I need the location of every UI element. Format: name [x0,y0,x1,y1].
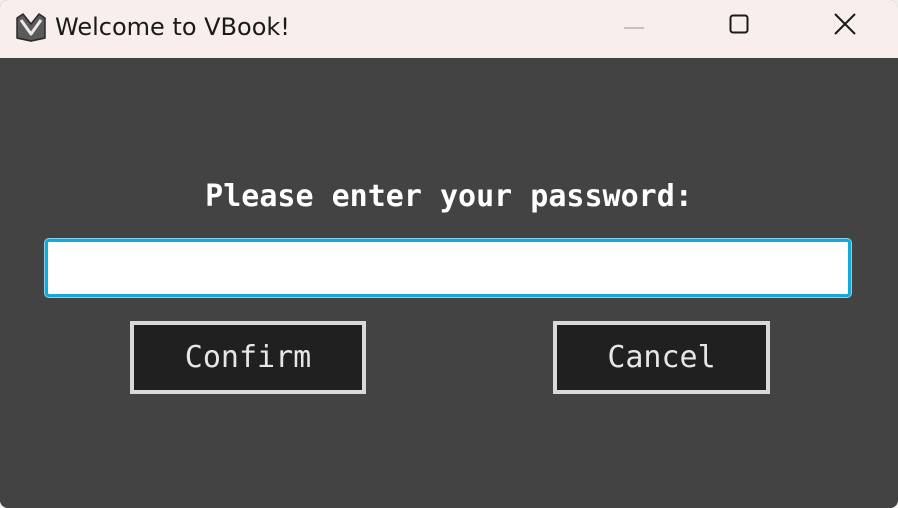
close-icon [834,12,856,40]
title-bar[interactable]: Welcome to VBook! [0,0,898,58]
password-input[interactable] [45,239,851,297]
dialog-content: Please enter your password: Confirm Canc… [0,58,898,508]
app-window: Welcome to VBook! Please enter your pass… [0,0,898,508]
password-prompt: Please enter your password: [205,179,693,214]
minimize-icon [623,17,645,35]
maximize-button[interactable] [686,0,792,52]
minimize-button[interactable] [581,0,687,52]
confirm-button[interactable]: Confirm [130,321,366,394]
vbook-logo-icon [15,12,47,42]
cancel-button[interactable]: Cancel [553,321,770,394]
maximize-icon [729,14,749,39]
close-button[interactable] [792,0,898,52]
window-title: Welcome to VBook! [55,13,290,41]
